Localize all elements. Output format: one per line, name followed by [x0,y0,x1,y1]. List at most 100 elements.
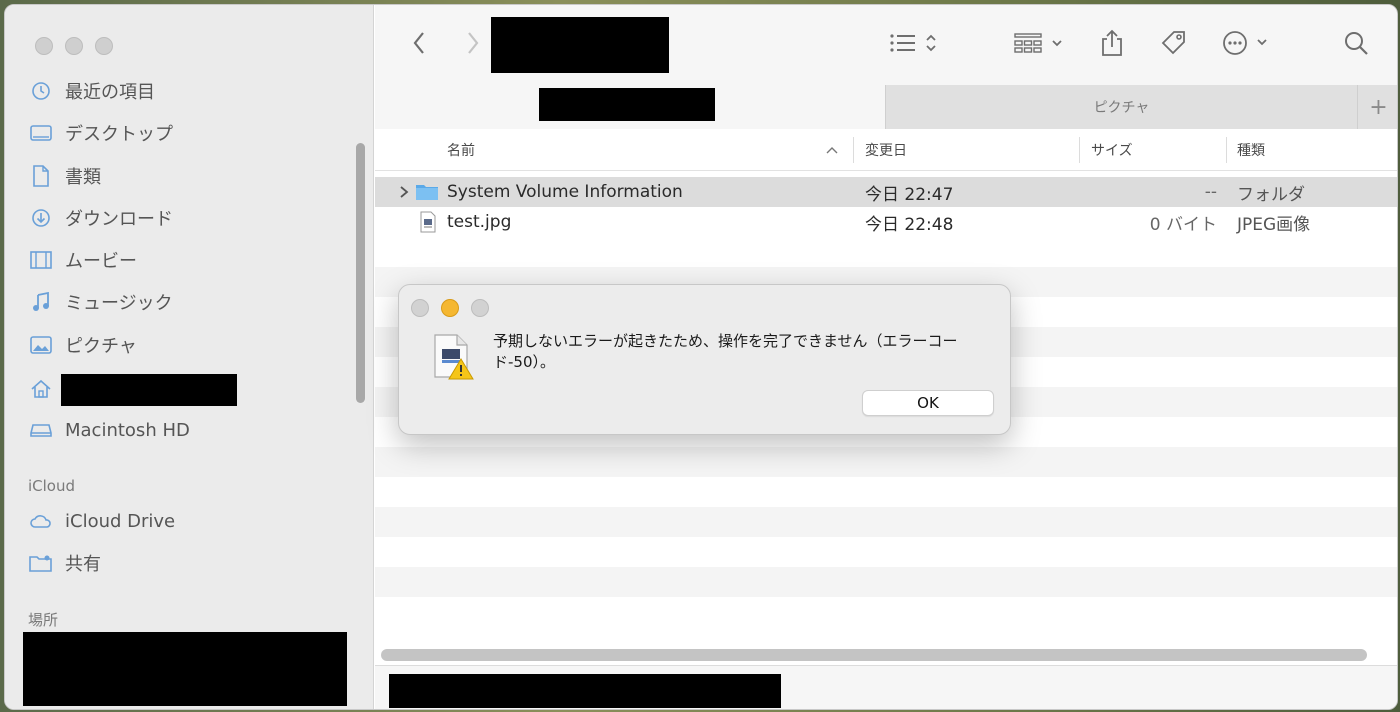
error-dialog: 予期しないエラーが起きたため、操作を完了できません（エラーコード-50）。 OK [398,284,1011,435]
empty-row [375,597,1397,627]
dialog-close-button[interactable] [411,299,429,317]
sidebar-item-pictures[interactable]: ピクチャ [29,329,137,361]
cloud-icon [29,509,53,533]
file-modified: 今日 22:47 [865,184,954,205]
share-button[interactable] [1097,29,1127,61]
download-icon [29,206,53,230]
sidebar-item-movies[interactable]: ムービー [29,244,137,276]
sidebar-item-label: 書類 [65,167,101,188]
horizontal-scrollbar[interactable] [381,649,1367,661]
sidebar-item-label: Macintosh HD [65,419,190,441]
column-modified[interactable]: 変更日 [865,129,907,171]
home-icon [29,377,53,401]
minimize-button[interactable] [65,37,83,55]
empty-row [375,537,1397,567]
file-size: -- [1204,182,1217,202]
dialog-zoom-button[interactable] [471,299,489,317]
table-row[interactable]: System Volume Information 今日 22:47 -- フォ… [375,177,1397,207]
more-actions-button[interactable] [1221,29,1275,61]
share-icon [1100,29,1124,61]
file-modified: 今日 22:48 [865,214,954,235]
forward-button[interactable] [459,29,487,61]
column-kind[interactable]: 種類 [1237,129,1265,171]
redacted-path [389,674,781,708]
sidebar-item-label: 共有 [65,554,101,575]
back-button[interactable] [405,29,433,61]
chevron-right-icon [466,31,480,59]
document-icon [29,164,53,188]
toolbar [375,5,1397,85]
file-kind: JPEG画像 [1237,214,1311,235]
sidebar-item-desktop[interactable]: デスクトップ [29,117,173,149]
sidebar-item-recents[interactable]: 最近の項目 [29,75,155,107]
disclosure-triangle-icon[interactable] [399,177,409,207]
sidebar-item-label: iCloud Drive [65,510,176,532]
column-size[interactable]: サイズ [1091,129,1133,171]
sidebar-item-label: 最近の項目 [65,82,155,103]
column-separator [853,137,854,163]
group-button[interactable] [1011,29,1071,61]
redacted-locations [23,632,347,706]
redacted-username [61,374,237,406]
empty-row [375,237,1397,267]
photo-icon [29,333,53,357]
tab-pictures[interactable]: ピクチャ [885,85,1357,129]
sidebar-item-music[interactable]: ミュージック [29,286,173,318]
list-view-icon [889,31,941,59]
shared-folder-icon [29,551,53,575]
sidebar-item-documents[interactable]: 書類 [29,160,101,192]
tag-icon [1159,28,1189,62]
new-tab-button[interactable]: + [1357,85,1397,129]
clock-icon [29,79,53,103]
empty-row [375,567,1397,597]
sidebar-item-shared[interactable]: 共有 [29,547,101,579]
sidebar-item-label: デスクトップ [65,124,173,145]
file-kind: フォルダ [1237,184,1305,205]
sidebar-section-locations: 場所 [28,611,59,629]
file-name: test.jpg [447,212,512,232]
ellipsis-circle-icon [1222,30,1274,60]
sidebar-item-label: ムービー [65,251,137,272]
column-name[interactable]: 名前 [447,129,475,171]
music-note-icon [29,290,53,314]
sidebar-item-downloads[interactable]: ダウンロード [29,202,173,234]
tab-bar: ピクチャ + [375,85,1397,129]
sidebar-section-icloud: iCloud [28,477,76,495]
column-header: 名前 変更日 サイズ 種類 [375,129,1397,171]
disk-icon [29,418,53,442]
window-controls [35,37,113,55]
view-mode-button[interactable] [887,29,943,61]
dialog-minimize-button[interactable] [441,299,459,317]
jpeg-file-icon [419,207,437,237]
sidebar: 最近の項目 デスクトップ 書類 ダウンロード ムービー ミュージック ピクチャ … [5,5,374,709]
dialog-message: 予期しないエラーが起きたため、操作を完了できません（エラーコード-50）。 [493,332,958,371]
grid-group-icon [1013,31,1069,59]
tag-button[interactable] [1157,29,1191,61]
sidebar-item-label: ダウンロード [65,209,173,230]
sidebar-item-macintosh-hd[interactable]: Macintosh HD [29,414,190,446]
desktop-icon [29,121,53,145]
table-row[interactable]: test.jpg 今日 22:48 0 バイト JPEG画像 [375,207,1397,237]
chevron-left-icon [412,31,426,59]
sidebar-item-home[interactable] [29,373,65,405]
search-icon [1343,30,1369,60]
close-button[interactable] [35,37,53,55]
sidebar-scrollbar[interactable] [356,143,365,403]
sidebar-item-label: ミュージック [65,293,173,314]
path-bar [375,665,1397,709]
sort-ascending-icon [825,129,839,171]
empty-row [375,447,1397,477]
file-size: 0 バイト [1149,214,1217,235]
file-name: System Volume Information [447,182,683,202]
film-icon [29,248,53,272]
sidebar-item-icloud-drive[interactable]: iCloud Drive [29,505,175,537]
ok-button[interactable]: OK [862,390,994,416]
column-separator [1226,137,1227,163]
empty-row [375,477,1397,507]
finder-window: 最近の項目 デスクトップ 書類 ダウンロード ムービー ミュージック ピクチャ … [4,4,1398,710]
zoom-button[interactable] [95,37,113,55]
redacted-window-title [491,17,669,73]
search-button[interactable] [1341,29,1371,61]
sidebar-item-label: ピクチャ [65,336,137,357]
jpeg-warning-icon [433,333,475,381]
